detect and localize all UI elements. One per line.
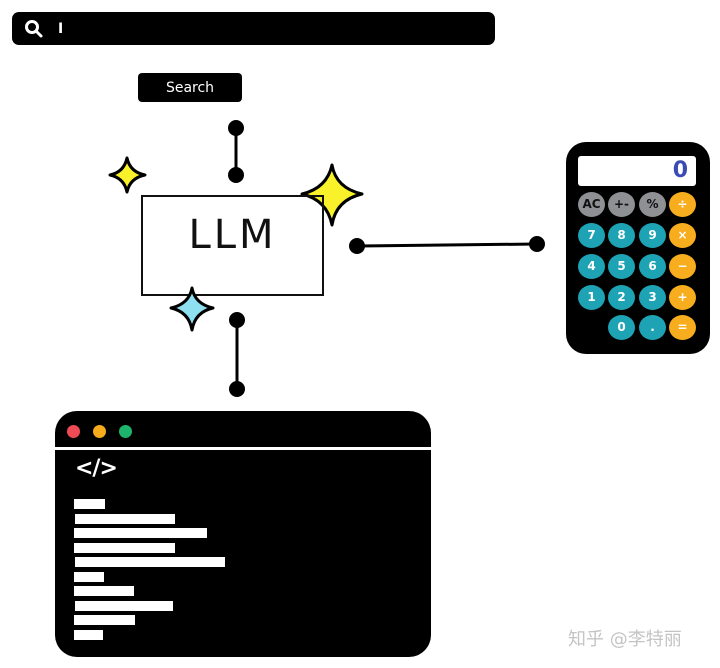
code-line <box>74 528 207 538</box>
code-line <box>74 629 103 640</box>
code-line <box>75 513 175 524</box>
search-input-value: I <box>58 21 64 37</box>
code-tag-icon: </> <box>75 456 118 481</box>
code-line <box>74 586 134 596</box>
code-window: </> <box>55 411 431 657</box>
search-button[interactable]: Search <box>138 73 242 102</box>
calculator-key[interactable]: + <box>669 285 696 310</box>
calculator-key[interactable]: 4 <box>578 254 605 279</box>
minimize-dot[interactable] <box>93 425 106 438</box>
code-line <box>74 571 104 582</box>
search-input[interactable]: I <box>12 12 495 45</box>
code-line <box>75 600 173 611</box>
code-line <box>74 615 135 625</box>
calculator-key[interactable]: +- <box>608 192 635 217</box>
calculator-display: 0 <box>578 156 696 186</box>
llm-label: LLM <box>188 212 277 258</box>
calculator-key[interactable]: × <box>669 223 696 248</box>
title-bar-divider <box>55 447 431 450</box>
calculator-key[interactable]: 3 <box>639 285 666 310</box>
calculator-key[interactable]: 9 <box>639 223 666 248</box>
calculator: 0 AC +-% ÷ 7 8 9 × 4 5 6− 1 2 3 +0. = <box>566 142 710 354</box>
calculator-key[interactable]: . <box>639 315 666 340</box>
maximize-dot[interactable] <box>119 425 132 438</box>
code-line <box>74 499 105 509</box>
connector-llm-to-calculator <box>349 236 545 254</box>
small-yellow-sparkle-icon <box>108 156 147 194</box>
calculator-key[interactable]: 2 <box>608 285 635 310</box>
calculator-key[interactable]: 0 <box>608 315 635 340</box>
watermark: 知乎 @李特丽 <box>568 629 682 650</box>
code-line <box>75 557 225 567</box>
calculator-key[interactable]: 5 <box>608 254 635 279</box>
close-dot[interactable] <box>67 425 80 438</box>
code-line <box>74 542 175 553</box>
calculator-key[interactable]: % <box>639 192 666 217</box>
search-icon <box>25 20 43 38</box>
calculator-key[interactable]: AC <box>578 192 605 217</box>
calculator-key[interactable]: = <box>669 315 696 340</box>
calculator-key[interactable]: 1 <box>578 285 605 310</box>
calculator-key[interactable]: − <box>669 254 696 279</box>
calculator-key[interactable]: 6 <box>639 254 666 279</box>
calculator-key[interactable]: 8 <box>608 223 635 248</box>
connector-llm-to-code <box>229 312 245 397</box>
connector-search-to-llm <box>228 120 244 183</box>
calculator-key[interactable]: ÷ <box>669 192 696 217</box>
calculator-key[interactable]: 7 <box>578 223 605 248</box>
